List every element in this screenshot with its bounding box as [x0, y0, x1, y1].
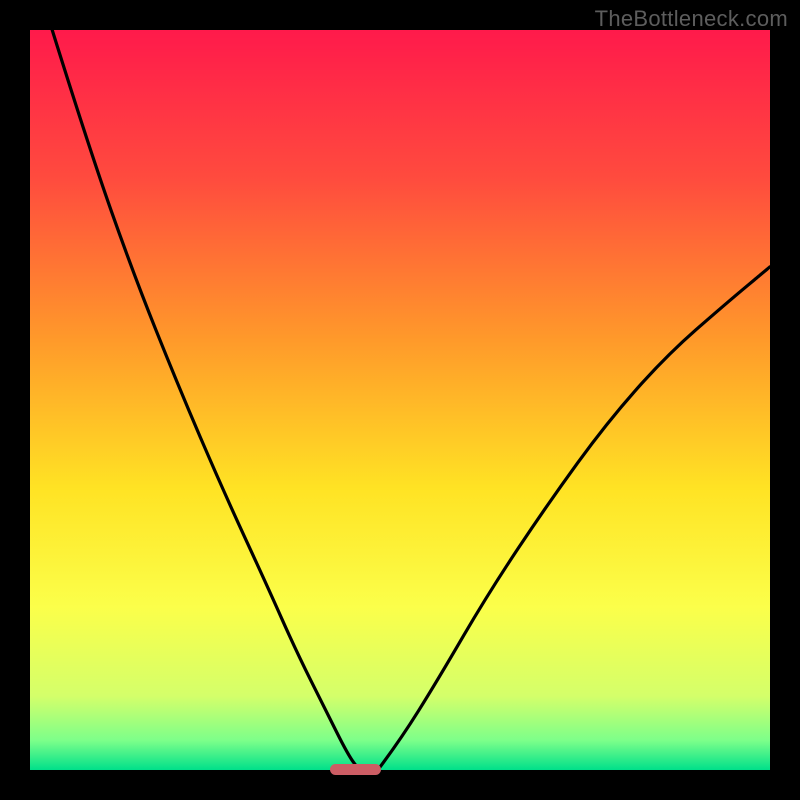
- watermark-text: TheBottleneck.com: [595, 6, 788, 32]
- frame: TheBottleneck.com: [0, 0, 800, 800]
- min-marker: [330, 764, 382, 775]
- curve-left: [52, 30, 359, 770]
- plot-area: [30, 30, 770, 770]
- curves-svg: [30, 30, 770, 770]
- curve-right: [378, 267, 770, 770]
